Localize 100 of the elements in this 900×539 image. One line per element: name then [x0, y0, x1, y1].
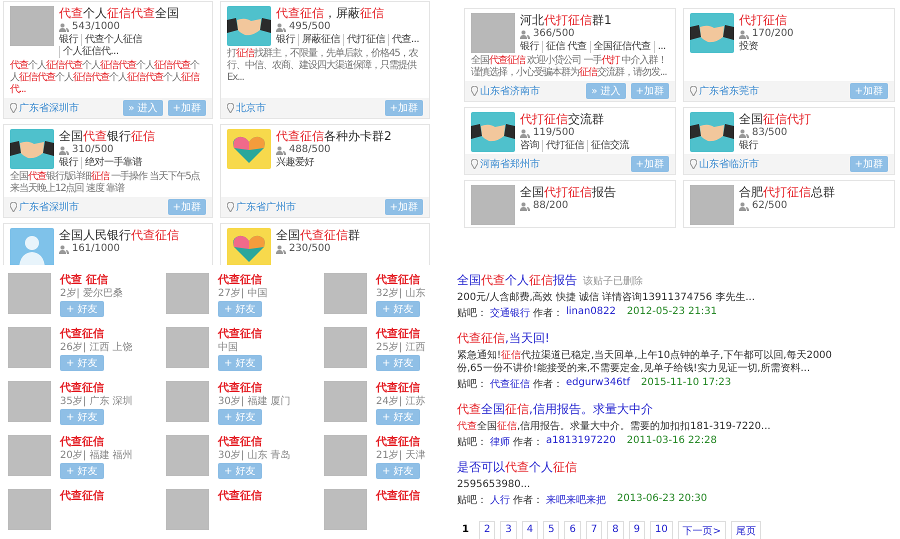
user-info: 30岁| 山东 青岛 — [218, 449, 290, 462]
location-link[interactable]: 广东省东莞市 — [699, 84, 759, 98]
group-title[interactable]: 代查征信各种办卡群2 — [276, 129, 392, 143]
bar-link[interactable]: 人行 — [490, 493, 510, 507]
page-link[interactable]: 6 — [564, 521, 581, 539]
member-count: 230/500 — [289, 243, 331, 255]
avatar-placeholder — [166, 327, 209, 368]
location-pin-icon — [690, 159, 697, 169]
next-page-link[interactable]: 下一页> — [678, 521, 726, 539]
user-name[interactable]: 代查征信 — [218, 435, 290, 448]
author-label: 作者： — [513, 436, 543, 449]
page-link[interactable]: 4 — [522, 521, 538, 539]
group-description: 打征信找群主，不限量，先单后款，价格45，农行、中信、农商、建设四大渠道保障，只需提供Ex... — [227, 48, 419, 84]
page-link[interactable]: 10 — [650, 521, 673, 539]
page-link[interactable]: 8 — [607, 521, 624, 539]
bar-label: 贴吧： — [457, 306, 487, 320]
user-name[interactable]: 代查征信 — [60, 489, 104, 502]
handshake-icon — [471, 112, 515, 152]
page-link[interactable]: 2 — [478, 521, 496, 539]
members-icon — [59, 22, 69, 32]
post-title[interactable]: 代查全国征信,信用报告。求量大中介 — [457, 401, 653, 418]
user-info: 32岁| 山东 — [376, 287, 426, 300]
post-title[interactable]: 代查征信,当天回! — [457, 330, 550, 347]
member-count: 83/500 — [752, 127, 788, 139]
tag: 银行 — [739, 140, 761, 152]
author-link[interactable]: 来吧来吧来把 — [546, 493, 606, 507]
group-title[interactable]: 河北代打征信群1 — [520, 13, 669, 27]
member-count: 495/500 — [289, 21, 331, 33]
page-link[interactable]: 5 — [543, 521, 560, 539]
members-icon — [59, 244, 69, 254]
user-name[interactable]: 代查征信 — [376, 435, 426, 448]
author-link[interactable]: a1813197220 — [546, 435, 616, 449]
bar-link[interactable]: 交通银行 — [490, 306, 530, 320]
user-name[interactable]: 代查征信 — [376, 273, 426, 286]
avatar-placeholder — [166, 381, 209, 422]
location-link[interactable]: 广东省深圳市 — [19, 200, 79, 214]
user-name[interactable]: 代查征信 — [218, 381, 290, 394]
group-title[interactable]: 全国人民银行代查征信 — [59, 228, 179, 242]
location-link[interactable]: 广东省深圳市 — [19, 101, 79, 115]
avatar-placeholder — [324, 273, 367, 314]
members-icon — [276, 146, 286, 154]
tag: 银行 — [59, 34, 81, 46]
group-title[interactable]: 代打征信交流群 — [520, 112, 632, 126]
avatar-placeholder — [8, 273, 51, 314]
avatar-placeholder — [166, 489, 209, 530]
member-count: 62/500 — [752, 200, 788, 212]
author-label: 作者： — [533, 378, 563, 391]
avatar-placeholder — [166, 273, 209, 314]
group-title[interactable]: 全国代查征信群 — [276, 228, 360, 242]
user-info: 21岁| 天津 — [376, 449, 426, 462]
location-link[interactable]: 广东省广州市 — [236, 200, 296, 214]
post-title[interactable]: 是否可以代查个人征信 — [457, 459, 577, 476]
user-name[interactable]: 代查征信 — [218, 273, 268, 286]
page-link[interactable]: 7 — [586, 521, 602, 539]
avatar-placeholder — [8, 489, 51, 530]
group-title[interactable]: 代打征信 — [739, 13, 794, 27]
post-title[interactable]: 全国代查个人征信报告 — [457, 272, 577, 289]
user-name[interactable]: 代查征信 — [60, 435, 132, 448]
member-count: 161/1000 — [72, 243, 120, 255]
tag: ... — [654, 41, 669, 53]
user-name[interactable]: 代查征信 — [218, 327, 262, 340]
user-name[interactable]: 代查征信 — [376, 489, 420, 502]
members-icon — [520, 30, 530, 38]
user-info: 30岁| 福建 厦门 — [218, 395, 290, 408]
handshake-icon — [10, 129, 54, 169]
bar-link[interactable]: 代查征信 — [490, 377, 530, 391]
user-name[interactable]: 代查征信 — [60, 381, 132, 394]
user-name[interactable]: 代查征信 — [376, 381, 426, 394]
handshake-icon — [227, 6, 271, 46]
location-pin-icon — [471, 86, 478, 96]
tag: 代打征信 — [542, 140, 587, 152]
user-name[interactable]: 代查征信 — [218, 489, 262, 502]
user-name[interactable]: 代查征信 — [60, 327, 132, 340]
avatar-placeholder — [324, 327, 367, 368]
tag: 银行 — [276, 34, 298, 46]
group-title[interactable]: 代查征信，屏蔽征信 — [276, 6, 422, 20]
location-pin-icon — [690, 86, 697, 96]
user-name[interactable]: 代查征信 — [376, 327, 426, 340]
location-link[interactable]: 山东省济南市 — [480, 84, 540, 98]
location-link[interactable]: 河南省郑州市 — [480, 157, 540, 171]
author-link[interactable]: edgurw346tf — [566, 377, 630, 391]
location-link[interactable]: 北京市 — [236, 101, 266, 115]
bar-label: 贴吧： — [457, 436, 487, 449]
member-count: 88/200 — [533, 200, 568, 212]
group-title[interactable]: 代查个人征信代查全国 — [59, 6, 206, 20]
group-title[interactable]: 全国代查银行征信 — [59, 129, 155, 143]
members-icon — [276, 22, 286, 32]
member-count: 170/200 — [752, 28, 794, 40]
page-link[interactable]: 3 — [500, 521, 517, 539]
user-name[interactable]: 代查 征信 — [60, 273, 123, 286]
location-link[interactable]: 山东省临沂市 — [699, 157, 759, 171]
group-title[interactable]: 合肥代打征信总群 — [739, 185, 835, 199]
page-link[interactable]: 9 — [628, 521, 645, 539]
author-link[interactable]: linan0822 — [566, 306, 616, 320]
group-title[interactable]: 全国代打征信报告 — [520, 185, 616, 199]
page-link[interactable]: 1 — [457, 521, 474, 539]
last-page-link[interactable]: 尾页 — [731, 521, 762, 539]
user-info: 26岁| 江西 上饶 — [60, 341, 132, 354]
bar-link[interactable]: 律师 — [490, 435, 510, 449]
group-title[interactable]: 全国征信代打 — [739, 112, 811, 126]
